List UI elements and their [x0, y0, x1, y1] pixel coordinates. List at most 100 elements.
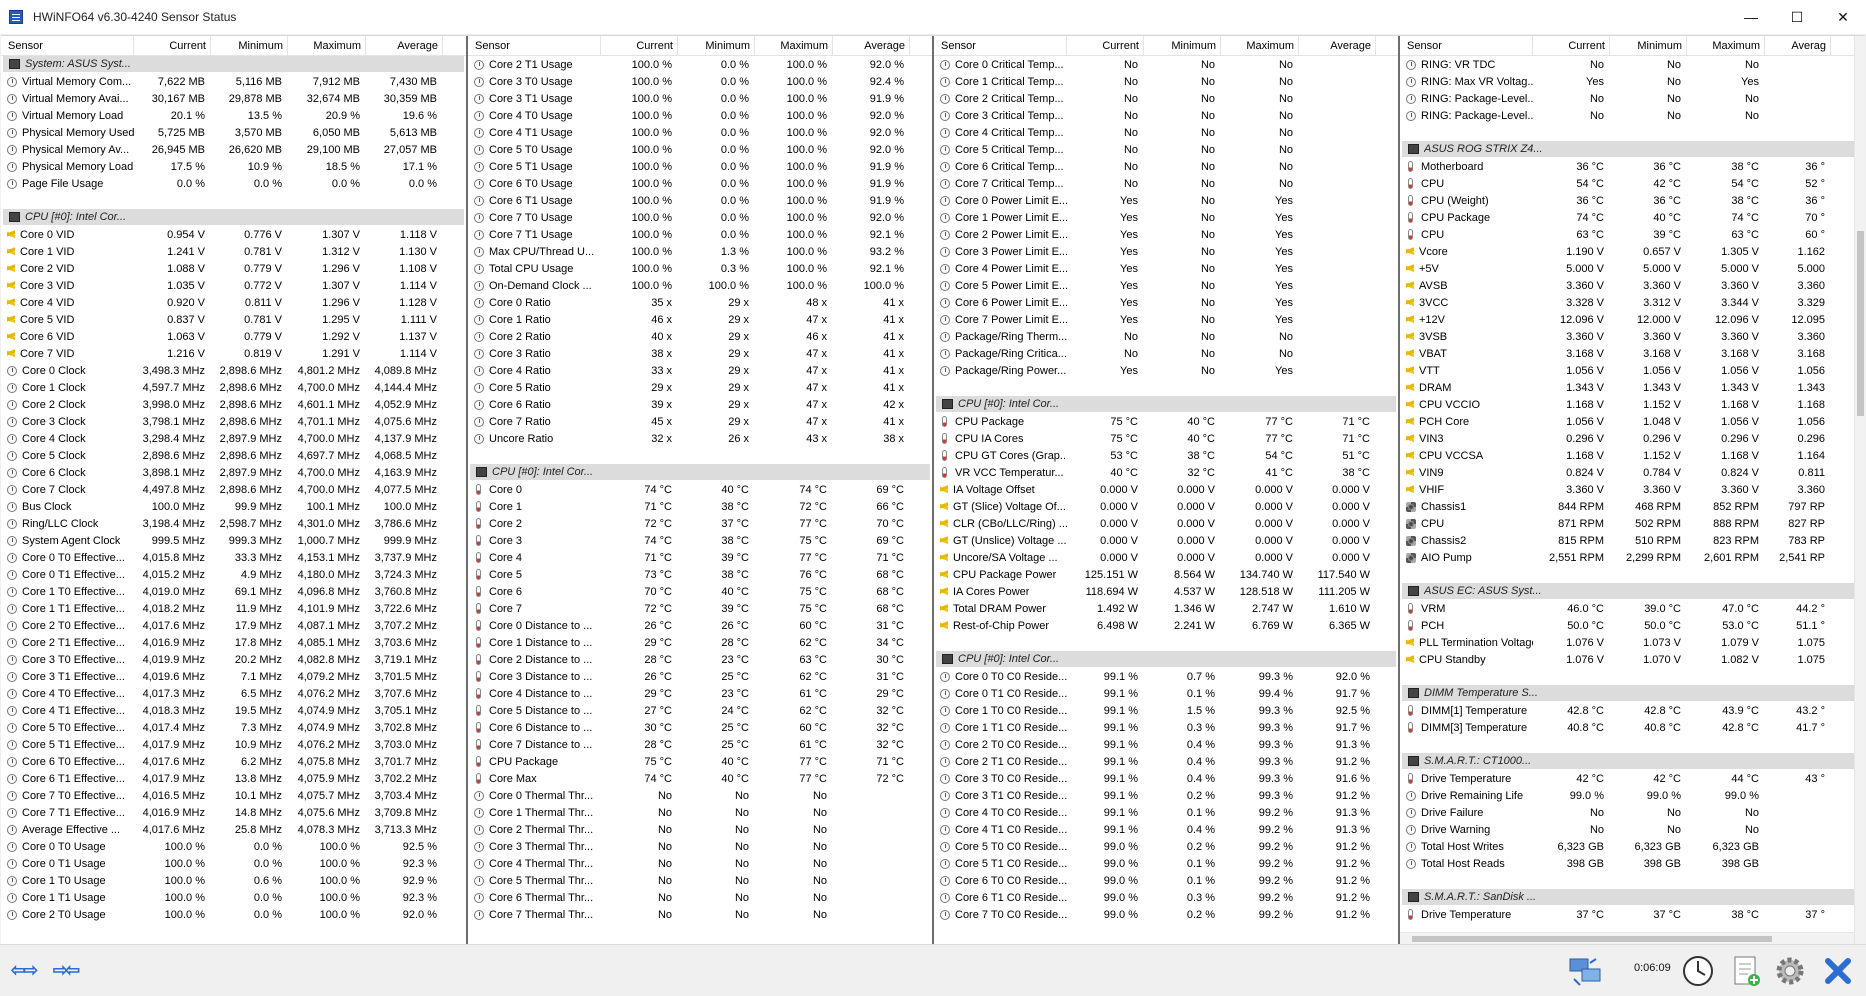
sensor-row[interactable]: Core Max 74 °C 40 °C 77 °C 72 °C: [468, 770, 932, 787]
sensor-row[interactable]: DRAM 1.343 V 1.343 V 1.343 V 1.343: [1400, 379, 1865, 396]
sensor-group-header[interactable]: CPU [#0]: Intel Cor...: [936, 396, 1396, 412]
sensor-row[interactable]: RING: Package-Level... No No No: [1400, 90, 1865, 107]
sensor-group-header[interactable]: DIMM Temperature S...: [1402, 685, 1863, 701]
sensor-row[interactable]: Core 5 Thermal Thr... No No No: [468, 872, 932, 889]
sensor-row[interactable]: Core 0 Ratio 35 x 29 x 48 x 41 x: [468, 294, 932, 311]
sensor-group-header[interactable]: CPU [#0]: Intel Cor...: [936, 651, 1396, 667]
sensor-row[interactable]: CPU 871 RPM 502 RPM 888 RPM 827 RP: [1400, 515, 1865, 532]
sensor-row[interactable]: Chassis1 844 RPM 468 RPM 852 RPM 797 RP: [1400, 498, 1865, 515]
sensor-row[interactable]: Uncore Ratio 32 x 26 x 43 x 38 x: [468, 430, 932, 447]
sensor-row[interactable]: Package/Ring Therm... No No No: [934, 328, 1398, 345]
sensor-row[interactable]: Core 5 T1 Usage 100.0 % 0.0 % 100.0 % 91.9 %: [468, 158, 932, 175]
sensor-row[interactable]: Core 3 VID 1.035 V 0.772 V 1.307 V 1.114 V: [1, 277, 466, 294]
header-minimum[interactable]: Minimum: [1144, 36, 1221, 56]
sensor-row[interactable]: Virtual Memory Com... 7,622 MB 5,116 MB 7,9…: [1, 73, 466, 90]
header-maximum[interactable]: Maximum: [1221, 36, 1299, 56]
sensor-group-header[interactable]: CPU [#0]: Intel Cor...: [470, 464, 930, 480]
sensor-row[interactable]: Core 2 72 °C 37 °C 77 °C 70 °C: [468, 515, 932, 532]
sensor-row[interactable]: Motherboard 36 °C 36 °C 38 °C 36 °: [1400, 158, 1865, 175]
scroll-thumb[interactable]: [1412, 936, 1772, 942]
sensor-row[interactable]: System Agent Clock 999.5 MHz 999.3 MHz 1,00…: [1, 532, 466, 549]
sensor-row[interactable]: Core 1 T1 C0 Reside... 99.1 % 0.3 % 99.3 % 9…: [934, 719, 1398, 736]
sensor-row[interactable]: Core 3 Critical Temp... No No No: [934, 107, 1398, 124]
sensor-row[interactable]: Physical Memory Used 5,725 MB 3,570 MB 6,05…: [1, 124, 466, 141]
sensor-row[interactable]: Core 7 T0 Usage 100.0 % 0.0 % 100.0 % 92.0 %: [468, 209, 932, 226]
sensor-row[interactable]: Core 3 T1 Effective... 4,019.6 MHz 7.1 MHz…: [1, 668, 466, 685]
sensor-row[interactable]: Core 5 T0 Usage 100.0 % 0.0 % 100.0 % 92.0 %: [468, 141, 932, 158]
sensor-row[interactable]: GT (Slice) Voltage Of... 0.000 V 0.000 V 0.…: [934, 498, 1398, 515]
sensor-row[interactable]: Core 0 T1 Effective... 4,015.2 MHz 4.9 MHz…: [1, 566, 466, 583]
sensor-row[interactable]: Core 5 Power Limit E... Yes No Yes: [934, 277, 1398, 294]
sensor-group-header[interactable]: S.M.A.R.T.: SanDisk ...: [1402, 889, 1863, 905]
sensor-row[interactable]: Uncore/SA Voltage ... 0.000 V 0.000 V 0.000…: [934, 549, 1398, 566]
sensor-row[interactable]: Core 6 T0 Usage 100.0 % 0.0 % 100.0 % 91.9 %: [468, 175, 932, 192]
sensor-row[interactable]: VBAT 3.168 V 3.168 V 3.168 V 3.168: [1400, 345, 1865, 362]
sensor-row[interactable]: Core 1 71 °C 38 °C 72 °C 66 °C: [468, 498, 932, 515]
sensor-row[interactable]: Total Host Writes 6,323 GB 6,323 GB 6,323 G…: [1400, 838, 1865, 855]
sensor-row[interactable]: Core 2 T0 Effective... 4,017.6 MHz 17.9 MH…: [1, 617, 466, 634]
sensor-row[interactable]: Total CPU Usage 100.0 % 0.3 % 100.0 % 92.1 %: [468, 260, 932, 277]
sensor-row[interactable]: RING: Max VR Voltag... Yes No Yes: [1400, 73, 1865, 90]
report-icon[interactable]: [1726, 953, 1766, 989]
sensor-row[interactable]: Core 1 Critical Temp... No No No: [934, 73, 1398, 90]
sensor-row[interactable]: Core 7 VID 1.216 V 0.819 V 1.291 V 1.114 V: [1, 345, 466, 362]
sensor-row[interactable]: Core 5 T0 C0 Reside... 99.0 % 0.2 % 99.2 % 9…: [934, 838, 1398, 855]
sensor-row[interactable]: Core 7 Thermal Thr... No No No: [468, 906, 932, 923]
sensor-row[interactable]: Core 1 VID 1.241 V 0.781 V 1.312 V 1.130 V: [1, 243, 466, 260]
sensor-row[interactable]: Core 5 73 °C 38 °C 76 °C 68 °C: [468, 566, 932, 583]
sensor-row[interactable]: Core 3 Clock 3,798.1 MHz 2,898.6 MHz 4,701.…: [1, 413, 466, 430]
sensor-row[interactable]: RING: VR TDC No No No: [1400, 56, 1865, 73]
sensor-row[interactable]: PCH Core 1.056 V 1.048 V 1.056 V 1.056: [1400, 413, 1865, 430]
sensor-row[interactable]: Bus Clock 100.0 MHz 99.9 MHz 100.1 MHz 100.0…: [1, 498, 466, 515]
sensor-row[interactable]: Core 7 Ratio 45 x 29 x 47 x 41 x: [468, 413, 932, 430]
sensor-row[interactable]: Ring/LLC Clock 3,198.4 MHz 2,598.7 MHz 4,30…: [1, 515, 466, 532]
sensor-row[interactable]: Core 5 VID 0.837 V 0.781 V 1.295 V 1.111 V: [1, 311, 466, 328]
sensor-row[interactable]: Core 3 Power Limit E... Yes No Yes: [934, 243, 1398, 260]
sensor-group-header[interactable]: S.M.A.R.T.: CT1000...: [1402, 753, 1863, 769]
sensor-row[interactable]: Core 1 Distance to ... 29 °C 28 °C 62 °C 34 …: [468, 634, 932, 651]
sensor-row[interactable]: Core 6 VID 1.063 V 0.779 V 1.292 V 1.137 V: [1, 328, 466, 345]
header-average[interactable]: Average: [366, 36, 443, 56]
sensor-row[interactable]: Core 1 T0 Usage 100.0 % 0.6 % 100.0 % 92.9 %: [1, 872, 466, 889]
sensor-row[interactable]: Core 1 T0 Effective... 4,019.0 MHz 69.1 MH…: [1, 583, 466, 600]
sensor-row[interactable]: Core 3 Distance to ... 26 °C 25 °C 62 °C 31 …: [468, 668, 932, 685]
sensor-row[interactable]: Package/Ring Critica... No No No: [934, 345, 1398, 362]
sensor-row[interactable]: Core 3 T0 Effective... 4,019.9 MHz 20.2 MH…: [1, 651, 466, 668]
sensor-row[interactable]: Core 0 74 °C 40 °C 74 °C 69 °C: [468, 481, 932, 498]
sensor-row[interactable]: Core 5 T0 Effective... 4,017.4 MHz 7.3 MHz…: [1, 719, 466, 736]
sensor-row[interactable]: CPU (Weight) 36 °C 36 °C 38 °C 36 °: [1400, 192, 1865, 209]
sensor-row[interactable]: Core 6 70 °C 40 °C 75 °C 68 °C: [468, 583, 932, 600]
sensor-row[interactable]: Core 3 Thermal Thr... No No No: [468, 838, 932, 855]
header-sensor[interactable]: Sensor: [1400, 36, 1533, 56]
header-sensor[interactable]: Sensor: [934, 36, 1067, 56]
sensor-row[interactable]: On-Demand Clock ... 100.0 % 100.0 % 100.0 %…: [468, 277, 932, 294]
sensor-row[interactable]: Core 4 Thermal Thr... No No No: [468, 855, 932, 872]
sensor-row[interactable]: Core 7 72 °C 39 °C 75 °C 68 °C: [468, 600, 932, 617]
scroll-thumb[interactable]: [1857, 231, 1864, 416]
sensor-row[interactable]: Core 6 T0 Effective... 4,017.6 MHz 6.2 MHz…: [1, 753, 466, 770]
sensor-row[interactable]: Core 7 Clock 4,497.8 MHz 2,898.6 MHz 4,700.…: [1, 481, 466, 498]
sensor-row[interactable]: Drive Warning No No No: [1400, 821, 1865, 838]
sensor-pane-3[interactable]: Sensor Current Minimum Maximum Average Core 0…: [934, 36, 1400, 944]
sensor-row[interactable]: +5V 5.000 V 5.000 V 5.000 V 5.000: [1400, 260, 1865, 277]
sensor-row[interactable]: CPU Package 75 °C 40 °C 77 °C 71 °C: [934, 413, 1398, 430]
sensor-row[interactable]: Drive Temperature 42 °C 42 °C 44 °C 43 °: [1400, 770, 1865, 787]
sensor-pane-1[interactable]: Sensor Current Minimum Maximum Average System…: [1, 36, 468, 944]
sensor-row[interactable]: CPU Package Power 125.151 W 8.564 W 134.740…: [934, 566, 1398, 583]
sensor-row[interactable]: Core 6 Power Limit E... Yes No Yes: [934, 294, 1398, 311]
header-average[interactable]: Average: [833, 36, 910, 56]
header-maximum[interactable]: Maximum: [755, 36, 833, 56]
sensor-row[interactable]: Core 2 VID 1.088 V 0.779 V 1.296 V 1.108 V: [1, 260, 466, 277]
sensor-row[interactable]: Core 2 T1 C0 Reside... 99.1 % 0.4 % 99.3 % 9…: [934, 753, 1398, 770]
sensor-row[interactable]: Drive Failure No No No: [1400, 804, 1865, 821]
sensor-row[interactable]: CPU 54 °C 42 °C 54 °C 52 °: [1400, 175, 1865, 192]
collapse-arrows-icon[interactable]: ⇨⇦: [48, 957, 82, 983]
sensor-row[interactable]: Core 1 T1 Usage 100.0 % 0.0 % 100.0 % 92.3 %: [1, 889, 466, 906]
sensor-row[interactable]: Core 4 T0 Usage 100.0 % 0.0 % 100.0 % 92.0 %: [468, 107, 932, 124]
sensor-row[interactable]: Core 2 Power Limit E... Yes No Yes: [934, 226, 1398, 243]
sensor-row[interactable]: CLR (CBo/LLC/Ring) ... 0.000 V 0.000 V 0.00…: [934, 515, 1398, 532]
sensor-group-header[interactable]: System: ASUS Syst...: [3, 56, 464, 72]
sensor-row[interactable]: Core 0 T1 Usage 100.0 % 0.0 % 100.0 % 92.3 %: [1, 855, 466, 872]
sensor-row[interactable]: Core 0 T0 Effective... 4,015.8 MHz 33.3 MH…: [1, 549, 466, 566]
sensor-pane-2[interactable]: Sensor Current Minimum Maximum Average Core 2…: [468, 36, 934, 944]
